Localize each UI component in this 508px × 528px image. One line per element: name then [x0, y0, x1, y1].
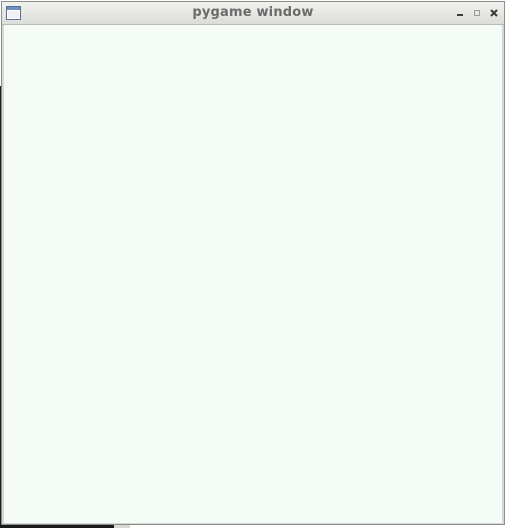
desktop: pygame window: [0, 0, 508, 528]
maximize-icon: [474, 10, 480, 16]
maximize-button[interactable]: [470, 6, 484, 20]
minimize-icon: [457, 14, 463, 16]
window-title: pygame window: [192, 5, 314, 20]
window-titlebar[interactable]: pygame window: [2, 2, 504, 25]
game-canvas[interactable]: [4, 25, 502, 523]
close-button[interactable]: [487, 6, 501, 20]
close-icon: [490, 9, 498, 17]
minimize-button[interactable]: [453, 6, 467, 20]
pygame-window: pygame window: [1, 1, 505, 525]
